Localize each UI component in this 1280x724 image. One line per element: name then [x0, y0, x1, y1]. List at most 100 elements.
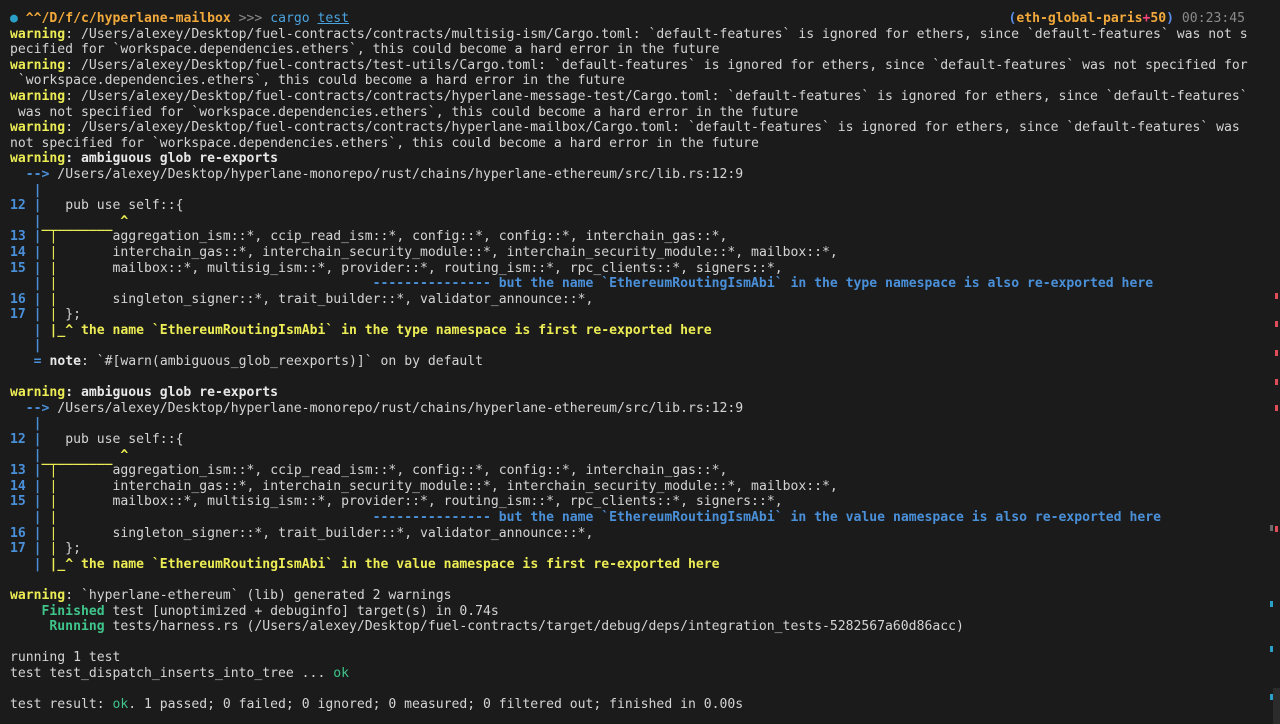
code-text: pub use self::{: [41, 198, 184, 214]
code-text: singleton_signer::*, trait_builder::*, v…: [57, 291, 594, 307]
code-line: 13 | | aggregation_ism::*, ccip_read_ism…: [10, 229, 728, 245]
warning-text: : /Users/alexey/Desktop/fuel-contracts/t…: [65, 57, 1248, 73]
finished-text: test [unoptimized + debuginfo] target(s)…: [104, 603, 499, 619]
secondary-dashes: ---------------: [372, 510, 491, 525]
secondary-dashes: ---------------: [372, 276, 491, 292]
source-location[interactable]: /Users/alexey/Desktop/hyperlane-monorepo…: [49, 167, 743, 182]
code-text: };: [57, 541, 81, 557]
warning-text: was not specified for `workspace.depende…: [10, 104, 799, 120]
diagnostic-message: : ambiguous glob re-exports: [65, 151, 279, 167]
source-location[interactable]: /Users/alexey/Desktop/hyperlane-monorepo…: [49, 401, 743, 416]
warning-label: warning: [10, 385, 66, 401]
code-text: };: [57, 307, 81, 323]
line-number: 16: [10, 291, 26, 307]
code-line: 16 | | singleton_signer::*, trait_builde…: [10, 525, 594, 541]
cargo-warning-line: pecified for `workspace.dependencies.eth…: [10, 42, 1280, 58]
cargo-warning-line: `workspace.dependencies.ethers`, this co…: [10, 73, 1280, 89]
note-label: note: [49, 354, 81, 370]
error-marker: [1275, 350, 1278, 356]
match-marker: [1270, 525, 1273, 531]
code-line: 17 | | };: [10, 307, 81, 323]
line-number: 15: [10, 260, 26, 276]
warning-label: warning: [10, 151, 66, 167]
code-text: aggregation_ism::*, ccip_read_ism::*, co…: [57, 463, 728, 479]
error-marker: [1275, 379, 1278, 385]
annotation-line: | |_^ the name `EthereumRoutingIsmAbi` i…: [10, 322, 712, 338]
test-name: test test_dispatch_inserts_into_tree ...: [10, 665, 334, 681]
cargo-warning-line: not specified for `workspace.dependencie…: [10, 136, 1280, 152]
diagnostic-location: --> /Users/alexey/Desktop/hyperlane-mono…: [10, 167, 1280, 183]
line-number: 12: [10, 198, 26, 214]
code-text: mailbox::*, multisig_ism::*, provider::*…: [57, 260, 783, 276]
code-text: interchain_gas::*, interchain_security_m…: [57, 478, 838, 494]
error-marker: [1275, 405, 1278, 411]
location-arrow-icon: -->: [10, 400, 50, 416]
scrollbar-markers[interactable]: [1270, 0, 1280, 724]
code-line: 14 | | interchain_gas::*, interchain_sec…: [10, 244, 838, 260]
finished-line: Finished test [unoptimized + debuginfo] …: [10, 604, 1280, 620]
git-branch: eth-global-paris: [1016, 11, 1143, 26]
warning-text: pecified for `workspace.dependencies.eth…: [10, 42, 720, 58]
code-text: interchain_gas::*, interchain_security_m…: [57, 244, 838, 260]
finished-label: Finished: [10, 603, 105, 619]
line-number: 15: [10, 494, 26, 510]
scrollbar-thumb[interactable]: [1273, 688, 1280, 724]
line-number: 17: [10, 541, 26, 557]
gutter-line: |: [10, 416, 42, 432]
test-result-line: test result: ok. 1 passed; 0 failed; 0 i…: [10, 697, 1280, 713]
warning-label: warning: [10, 587, 66, 603]
gutter-line: |: [10, 338, 42, 354]
note-line: = note: `#[warn(ambiguous_glob_reexports…: [10, 354, 484, 370]
diagnostic-message: : ambiguous glob re-exports: [65, 385, 279, 401]
code-text: aggregation_ism::*, ccip_read_ism::*, co…: [57, 229, 728, 245]
code-line: 12 | pub use self::{: [10, 198, 184, 214]
warning-text: not specified for `workspace.dependencie…: [10, 135, 759, 151]
command: cargo: [270, 11, 310, 26]
error-marker: [1275, 526, 1278, 532]
annotation-line: _________: [10, 218, 1280, 231]
line-number: 12: [10, 432, 26, 448]
cargo-warning-line: warning: /Users/alexey/Desktop/fuel-cont…: [10, 120, 1280, 136]
warning-label: warning: [10, 26, 66, 42]
running-line: Running tests/harness.rs (/Users/alexey/…: [10, 619, 1280, 635]
running-tests-line: running 1 test: [10, 650, 1280, 666]
code-line: 15 | | mailbox::*, multisig_ism::*, prov…: [10, 260, 783, 276]
prompt-line: ● ^^/D/f/c/hyperlane-mailbox >>> cargo t…: [10, 11, 1280, 27]
code-text: pub use self::{: [41, 432, 184, 448]
warning-text: : /Users/alexey/Desktop/fuel-contracts/c…: [65, 26, 1248, 42]
info-marker: [1270, 601, 1273, 607]
running-label: Running: [10, 619, 105, 635]
warning-text: : /Users/alexey/Desktop/fuel-contracts/c…: [65, 120, 1240, 136]
annotation-line: | |_^ the name `EthereumRoutingIsmAbi` i…: [10, 556, 720, 572]
cargo-warning-line: warning: /Users/alexey/Desktop/fuel-cont…: [10, 27, 1280, 43]
code-text: mailbox::*, multisig_ism::*, provider::*…: [57, 494, 783, 510]
primary-label: the name `EthereumRoutingIsmAbi` in the …: [73, 556, 720, 572]
warning-label: warning: [10, 88, 66, 104]
secondary-label: but the name `EthereumRoutingIsmAbi` in …: [490, 510, 1161, 525]
prompt-arrows: >>>: [238, 11, 263, 26]
code-line: 12 | pub use self::{: [10, 432, 184, 448]
git-status: (eth-global-paris+50) 00:23:45: [1008, 11, 1245, 27]
cargo-warning-line: warning: /Users/alexey/Desktop/fuel-cont…: [10, 89, 1280, 105]
warning-text: `workspace.dependencies.ethers`, this co…: [10, 73, 625, 89]
running-text: tests/harness.rs (/Users/alexey/Desktop/…: [104, 619, 964, 635]
diagnostic-title: warning: ambiguous glob re-exports: [10, 151, 1280, 167]
annotation-line: | | --------------- but the name `Ethere…: [10, 276, 1154, 292]
path-prefix: ^^/D/f/c/: [25, 11, 97, 26]
cargo-warning-line: was not specified for `workspace.depende…: [10, 105, 1280, 121]
test-line: test test_dispatch_inserts_into_tree ...…: [10, 666, 1280, 682]
warning-label: warning: [10, 57, 66, 73]
cargo-warning-line: warning: /Users/alexey/Desktop/fuel-cont…: [10, 58, 1280, 74]
summary-text: : `hyperlane-ethereum` (lib) generated 2…: [65, 587, 452, 603]
paren-close: ): [1166, 11, 1175, 26]
warning-label: warning: [10, 120, 66, 136]
line-number: 13: [10, 463, 26, 479]
running-tests-text: running 1 test: [10, 650, 121, 666]
code-line: 13 | | aggregation_ism::*, ccip_read_ism…: [10, 463, 728, 479]
code-line: 16 | | singleton_signer::*, trait_builde…: [10, 291, 594, 307]
terminal-output[interactable]: ● ^^/D/f/c/hyperlane-mailbox >>> cargo t…: [10, 11, 1280, 713]
